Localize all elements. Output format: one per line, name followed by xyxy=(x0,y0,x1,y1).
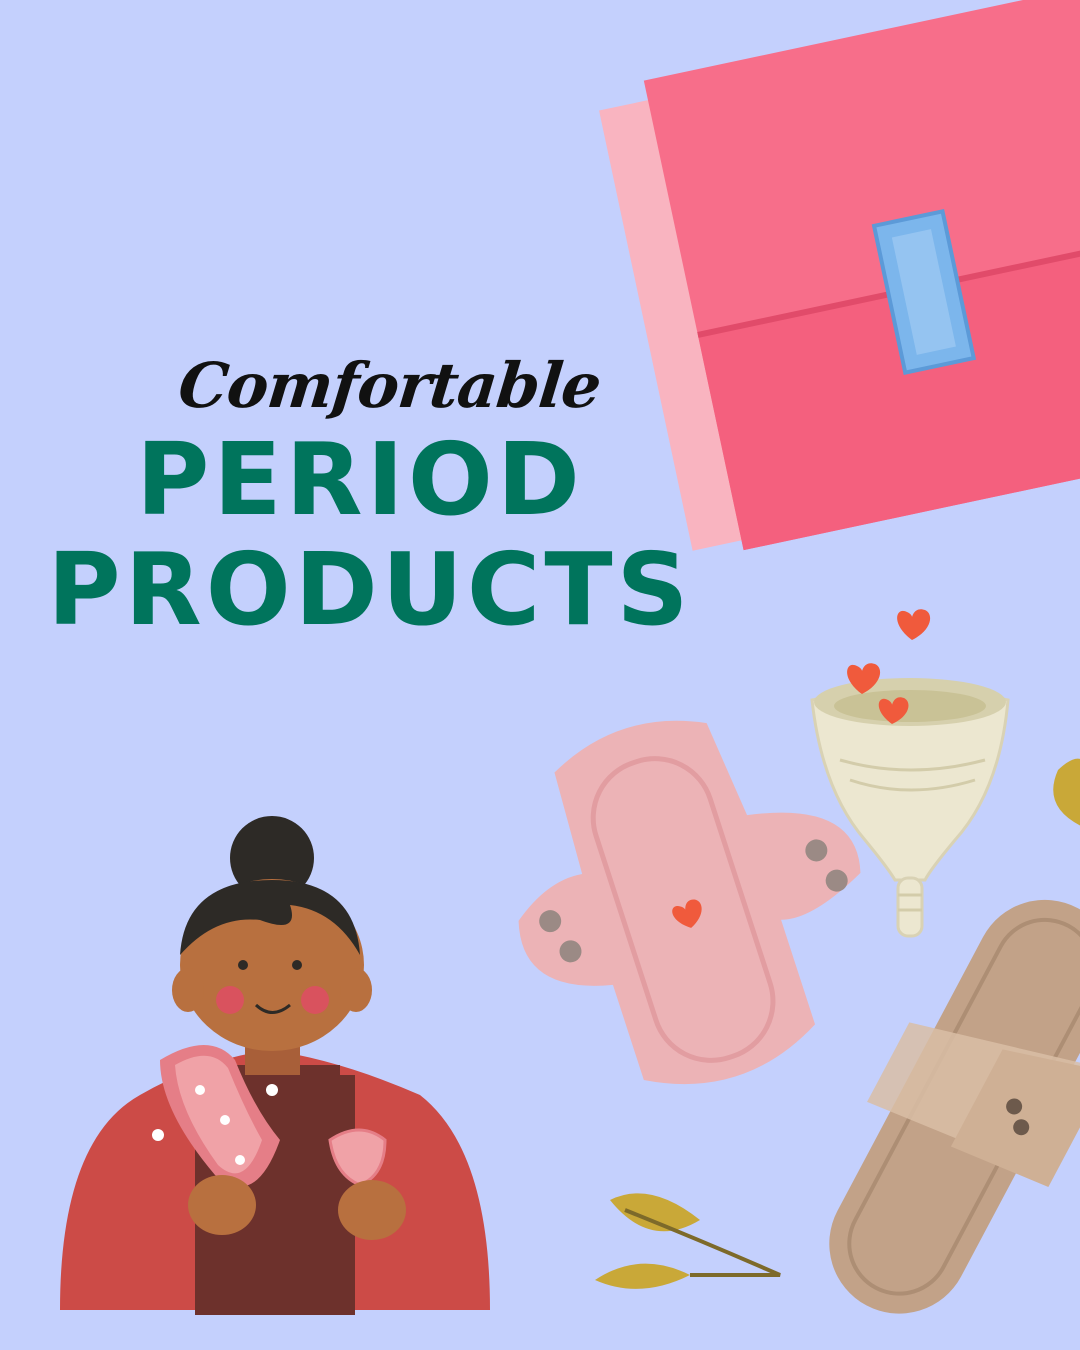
headline-script-word: Comfortable xyxy=(175,349,605,422)
woman-illustration xyxy=(60,816,490,1315)
poster: Comfortable PERIOD PRODUCTS xyxy=(0,0,1080,1350)
headline: Comfortable PERIOD PRODUCTS xyxy=(0,349,760,648)
menstrual-cup-illustration xyxy=(810,678,1010,938)
panty-liner-illustration xyxy=(829,899,1080,1314)
illustrations xyxy=(60,0,1080,1315)
headline-line-2: PRODUCTS xyxy=(47,531,693,648)
headline-line-1: PERIOD xyxy=(136,421,584,538)
